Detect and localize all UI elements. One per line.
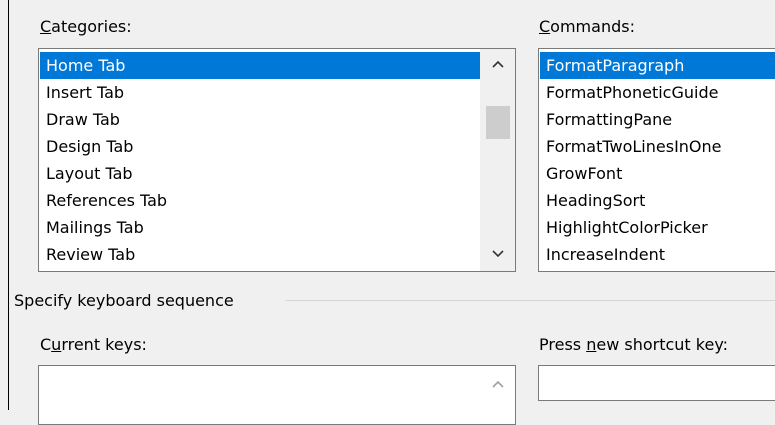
dialog-left-edge <box>8 0 9 410</box>
categories-label: Categories: <box>40 17 132 36</box>
command-item[interactable]: GrowFont <box>540 160 775 187</box>
current-keys-scroll-up-icon[interactable] <box>480 372 515 399</box>
command-item[interactable]: IncreaseIndent <box>540 241 775 268</box>
commands-label: Commands: <box>539 17 635 36</box>
categories-listbox[interactable]: Home Tab Insert Tab Draw Tab Design Tab Layo… <box>38 48 516 272</box>
scroll-thumb[interactable] <box>486 106 510 139</box>
category-item[interactable]: Review Tab <box>40 241 480 268</box>
new-shortcut-input[interactable] <box>538 365 775 401</box>
scroll-up-icon[interactable] <box>480 52 515 79</box>
commands-listbox[interactable]: FormatParagraph FormatPhoneticGuide Format… <box>538 48 775 272</box>
categories-items: Home Tab Insert Tab Draw Tab Design Tab Layo… <box>40 52 480 268</box>
press-new-shortcut-label: Press new shortcut key: <box>539 335 729 354</box>
command-item[interactable]: HeadingSort <box>540 187 775 214</box>
group-divider <box>285 300 775 301</box>
category-item[interactable]: Mailings Tab <box>40 214 480 241</box>
command-item[interactable]: FormatTwoLinesInOne <box>540 133 775 160</box>
commands-items: FormatParagraph FormatPhoneticGuide Format… <box>540 52 775 268</box>
category-item[interactable]: Design Tab <box>40 133 480 160</box>
scroll-down-icon[interactable] <box>480 242 515 269</box>
command-item[interactable]: HighlightColorPicker <box>540 214 775 241</box>
command-item[interactable]: FormatPhoneticGuide <box>540 79 775 106</box>
command-item[interactable]: FormattingPane <box>540 106 775 133</box>
category-item[interactable]: Draw Tab <box>40 106 480 133</box>
category-item[interactable]: Layout Tab <box>40 160 480 187</box>
command-item[interactable]: FormatParagraph <box>540 52 775 79</box>
categories-scrollbar[interactable] <box>480 49 515 271</box>
category-item[interactable]: Home Tab <box>40 52 480 79</box>
category-item[interactable]: References Tab <box>40 187 480 214</box>
category-item[interactable]: Insert Tab <box>40 79 480 106</box>
keyboard-group-label: Specify keyboard sequence <box>14 291 234 310</box>
current-keys-listbox[interactable] <box>38 365 516 425</box>
current-keys-label: Current keys: <box>40 335 147 354</box>
